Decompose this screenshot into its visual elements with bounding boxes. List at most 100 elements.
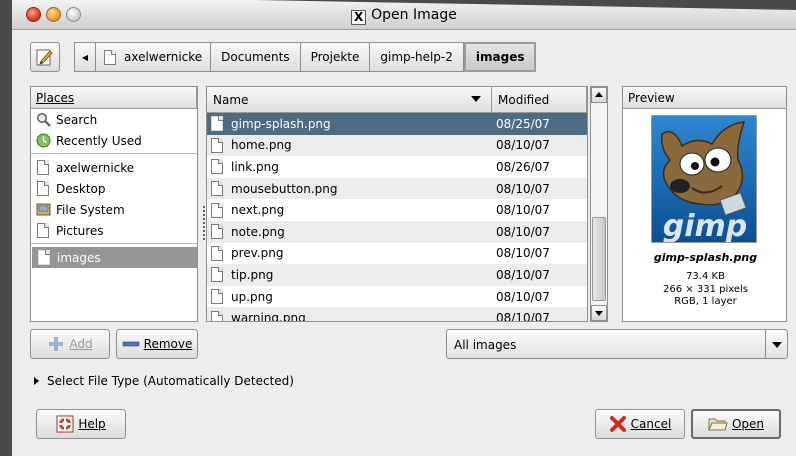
add-label: Add <box>69 337 93 351</box>
file-modified: 08/25/07 <box>496 116 550 131</box>
crumb-label: images <box>475 50 525 64</box>
place-file-system[interactable]: File System <box>31 199 197 220</box>
pencil-icon <box>36 49 53 66</box>
remove-icon <box>122 339 140 349</box>
crumb-home[interactable]: axelwernicke <box>96 42 212 72</box>
scroll-up-button[interactable] <box>591 87 607 103</box>
place-pictures[interactable]: Pictures <box>31 220 197 241</box>
column-modified-label: Modified <box>498 93 550 107</box>
open-button[interactable]: Open <box>691 409 781 439</box>
file-row[interactable]: next.png 08/10/07 <box>207 199 587 221</box>
file-name: tip.png <box>231 267 274 282</box>
image-file-icon <box>211 310 223 321</box>
place-recently-used[interactable]: Recently Used <box>31 130 197 151</box>
cancel-label: Cancel <box>630 417 672 431</box>
cancel-button[interactable]: Cancel <box>595 409 685 439</box>
help-lifebuoy-icon <box>56 415 74 433</box>
crumb-gimp-help-2[interactable]: gimp-help-2 <box>370 42 464 72</box>
crumb-projekte[interactable]: Projekte <box>300 42 371 72</box>
file-name: gimp-splash.png <box>231 116 331 131</box>
image-file-icon <box>211 116 223 132</box>
title-bar: X Open Image <box>12 0 796 30</box>
file-row[interactable]: mousebutton.png 08/10/07 <box>207 177 587 200</box>
image-file-icon <box>211 137 223 153</box>
file-filter-value: All images <box>454 338 517 352</box>
places-panel: Places Search Recently Used axelwernicke… <box>30 86 198 322</box>
file-name: note.png <box>231 224 285 239</box>
path-bar: ◀ axelwernicke Documents Projekte gimp-h… <box>74 42 537 72</box>
preview-panel: Preview gimp gimp-splash.png 73.4 KB 266… <box>622 86 787 322</box>
places-header[interactable]: Places <box>31 87 197 109</box>
file-modified: 08/10/07 <box>496 289 550 304</box>
places-header-label: Places <box>36 91 75 105</box>
file-modified: 08/10/07 <box>496 311 550 322</box>
image-file-icon <box>211 202 223 218</box>
crumb-images[interactable]: images <box>463 42 537 72</box>
add-bookmark-button[interactable]: Add <box>30 329 110 359</box>
crumb-label: Documents <box>221 50 290 64</box>
sort-descending-icon <box>471 96 481 102</box>
open-label: Open <box>731 417 765 431</box>
file-modified: 08/10/07 <box>496 203 550 218</box>
type-filename-button[interactable] <box>30 42 60 72</box>
file-row[interactable]: link.png 08/26/07 <box>207 156 587 178</box>
place-images[interactable]: images <box>32 247 197 268</box>
file-modified: 08/10/07 <box>496 267 550 282</box>
desktop-background <box>0 0 12 456</box>
help-button[interactable]: Help <box>36 409 126 439</box>
file-row[interactable]: home.png 08/10/07 <box>207 134 587 157</box>
place-label: axelwernicke <box>56 160 135 175</box>
preview-filename: gimp-splash.png <box>653 251 758 264</box>
crumb-label: axelwernicke <box>124 50 203 64</box>
places-separator <box>31 153 197 154</box>
select-file-type-expander[interactable]: Select File Type (Automatically Detected… <box>34 374 294 388</box>
place-desktop[interactable]: Desktop <box>31 178 197 199</box>
image-file-icon <box>211 267 223 283</box>
image-file-icon <box>211 159 223 175</box>
path-scroll-left-button[interactable]: ◀ <box>74 42 96 72</box>
expander-arrow-icon <box>34 377 39 385</box>
file-modified: 08/10/07 <box>496 246 550 261</box>
file-modified: 08/10/07 <box>496 138 550 153</box>
folder-icon <box>35 223 51 239</box>
file-filter-combo[interactable]: All images <box>446 329 788 359</box>
file-name: link.png <box>231 159 279 174</box>
file-name: up.png <box>231 289 273 304</box>
crumb-documents[interactable]: Documents <box>211 42 301 72</box>
file-list-scrollbar[interactable] <box>590 86 608 322</box>
place-label: File System <box>56 202 125 217</box>
place-axelwernicke[interactable]: axelwernicke <box>31 157 197 178</box>
place-label: Search <box>56 112 98 127</box>
open-image-dialog: X Open Image ◀ axelwernicke Documents Pro… <box>12 0 796 456</box>
add-icon <box>47 335 65 353</box>
preview-header[interactable]: Preview <box>623 87 786 109</box>
folder-icon <box>35 160 51 176</box>
preview-thumbnail: gimp <box>651 115 757 243</box>
image-file-icon <box>211 245 223 261</box>
file-row[interactable]: gimp-splash.png 08/25/07 <box>207 113 587 135</box>
folder-icon <box>35 181 51 197</box>
column-name-label: Name <box>213 93 249 107</box>
file-row[interactable]: prev.png 08/10/07 <box>207 243 587 265</box>
chevron-down-icon <box>765 330 787 358</box>
expander-label: Select File Type (Automatically Detected… <box>47 374 294 388</box>
file-modified: 08/10/07 <box>496 224 550 239</box>
file-row[interactable]: up.png 08/10/07 <box>207 286 587 308</box>
file-row[interactable]: tip.png 08/10/07 <box>207 264 587 286</box>
file-row[interactable]: note.png 08/10/07 <box>207 220 587 243</box>
help-label: Help <box>78 417 106 431</box>
scroll-thumb[interactable] <box>592 217 606 301</box>
place-search[interactable]: Search <box>31 109 197 130</box>
scroll-down-button[interactable] <box>591 305 607 321</box>
file-rows: gimp-splash.png 08/25/07 home.png 08/10/… <box>207 113 587 322</box>
file-name: prev.png <box>231 246 284 261</box>
places-separator <box>31 243 197 244</box>
file-row[interactable]: warning.png 08/10/07 <box>207 307 587 322</box>
recent-icon <box>35 133 51 149</box>
remove-bookmark-button[interactable]: Remove <box>116 329 198 359</box>
file-list-header: Name Modified <box>207 87 587 113</box>
place-label: Pictures <box>56 223 104 238</box>
column-header-name[interactable]: Name <box>207 87 492 113</box>
preview-header-label: Preview <box>628 91 675 105</box>
column-header-modified[interactable]: Modified <box>492 87 587 113</box>
